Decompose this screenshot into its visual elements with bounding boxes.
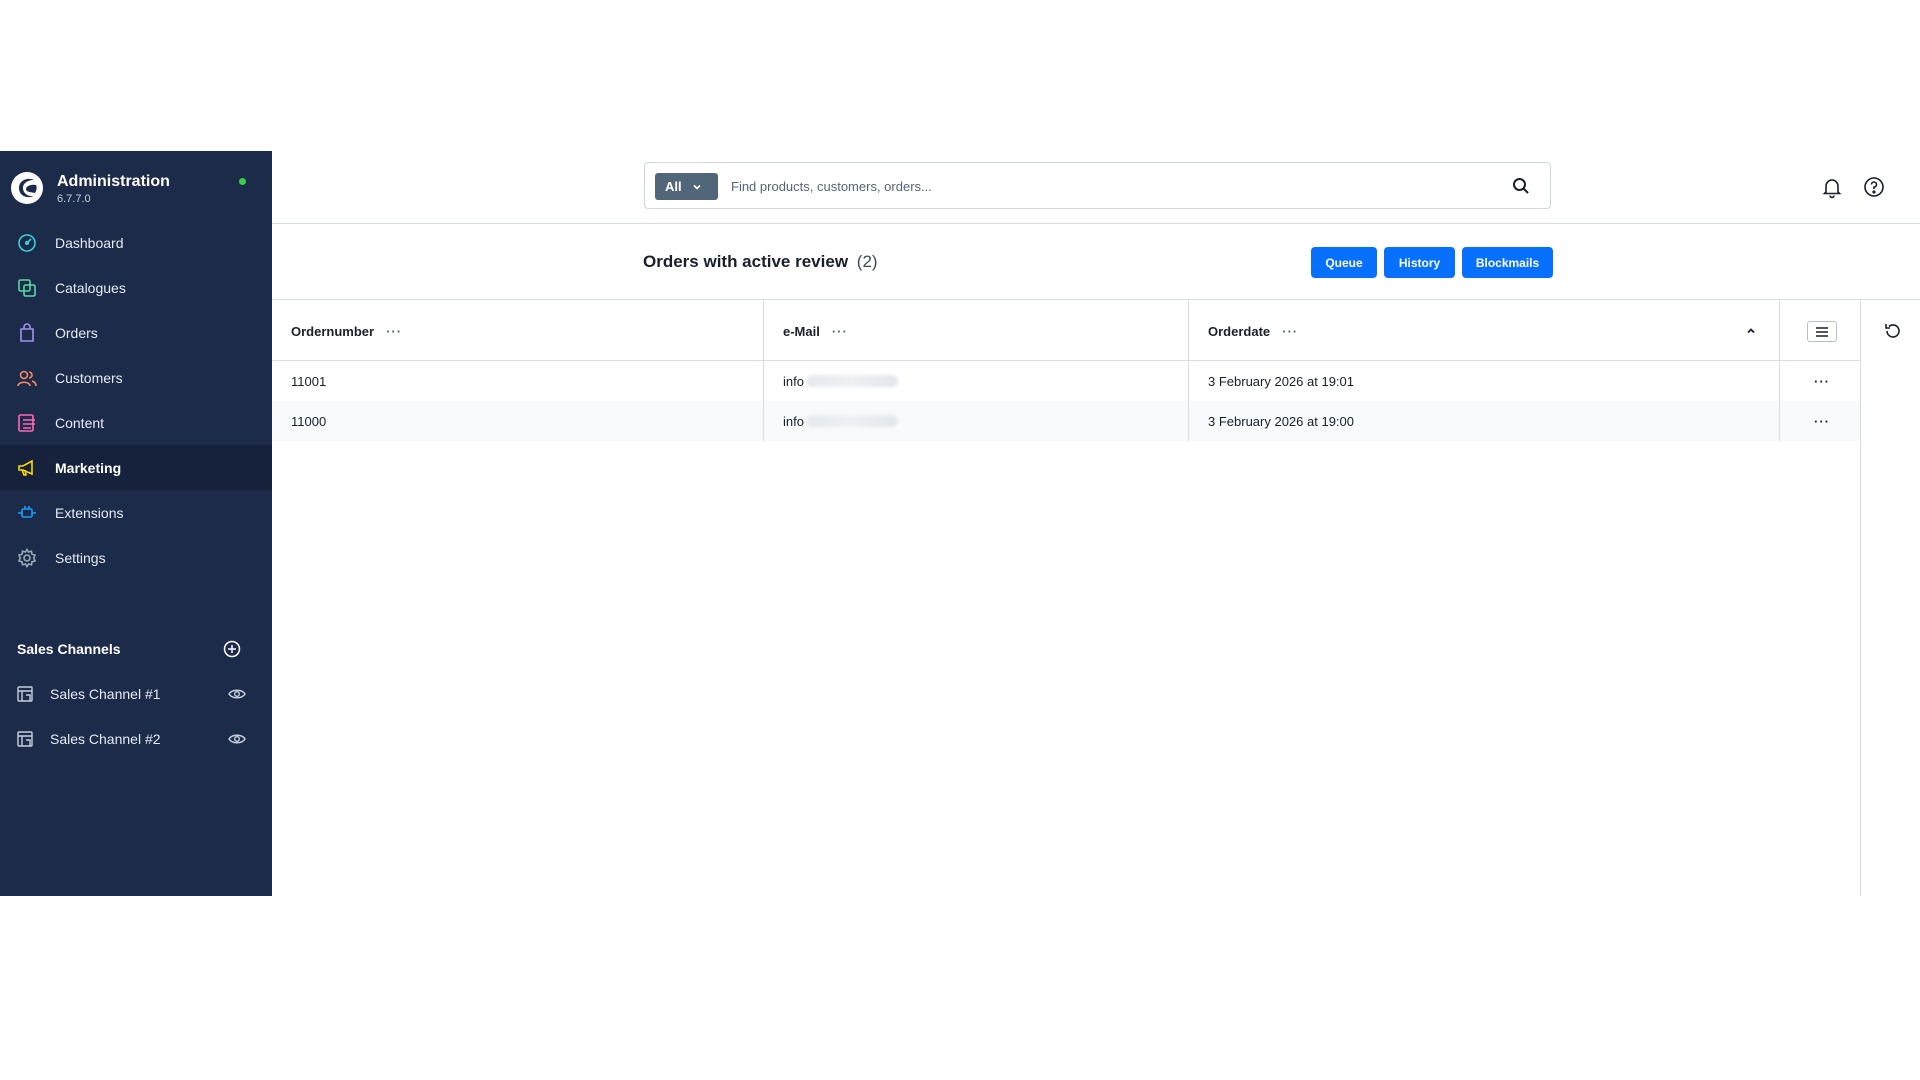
- column-divider: [1779, 301, 1780, 441]
- eye-icon[interactable]: [228, 730, 246, 748]
- brand[interactable]: Administration 6.7.7.0: [10, 171, 260, 211]
- catalogue-icon: [16, 277, 38, 299]
- nav-label: Extensions: [55, 504, 124, 521]
- help-icon[interactable]: [1862, 175, 1886, 199]
- nav-label: Orders: [55, 324, 98, 341]
- history-button[interactable]: History: [1384, 247, 1455, 278]
- topbar: All: [272, 151, 1920, 224]
- email-redacted: [805, 415, 898, 427]
- storefront-icon: [17, 730, 33, 747]
- app-window: Administration 6.7.7.0 Dashboard Catalog…: [0, 151, 1920, 896]
- grid-settings-button[interactable]: [1807, 321, 1837, 342]
- global-search: All: [644, 162, 1551, 209]
- page-title-count: (2): [856, 252, 878, 271]
- page-title-text: Orders with active review: [643, 252, 849, 271]
- grid-header-row: Ordernumber ··· e-Mail ··· Orderdate ···: [272, 301, 1860, 361]
- settings-icon: [16, 547, 38, 569]
- cell-email: info: [783, 361, 898, 401]
- list-icon: [1816, 326, 1828, 337]
- column-divider: [1188, 301, 1189, 441]
- orders-data-grid: Ordernumber ··· e-Mail ··· Orderdate ···…: [272, 301, 1860, 441]
- email-visible-part: info: [783, 373, 804, 389]
- sales-channel-list: Sales Channel #1 Sales Channel #2: [0, 671, 272, 761]
- column-header-label: Orderdate: [1208, 323, 1271, 339]
- cell-orderdate: 3 February 2026 at 19:01: [1208, 373, 1354, 389]
- nav-item-marketing[interactable]: Marketing: [0, 445, 272, 490]
- search-input[interactable]: [731, 171, 1491, 201]
- sales-channels-title: Sales Channels: [17, 641, 121, 657]
- blockmails-button[interactable]: Blockmails: [1462, 247, 1553, 278]
- refresh-icon[interactable]: [1883, 321, 1903, 341]
- table-row[interactable]: 11001 info 3 February 2026 at 19:01 ···: [272, 361, 1860, 401]
- search-icon[interactable]: [1510, 175, 1532, 197]
- eye-icon[interactable]: [228, 685, 246, 703]
- main-nav: Dashboard Catalogues Orders Customers Co…: [0, 220, 272, 580]
- table-row[interactable]: 11000 info 3 February 2026 at 19:00 ···: [272, 401, 1860, 441]
- queue-button[interactable]: Queue: [1311, 247, 1377, 278]
- nav-item-catalogues[interactable]: Catalogues: [0, 265, 272, 310]
- online-status-dot: [239, 178, 246, 185]
- sales-channel-label: Sales Channel #1: [50, 685, 161, 702]
- content-icon: [16, 412, 38, 434]
- sales-channel-item[interactable]: Sales Channel #1: [0, 671, 272, 716]
- chevron-down-icon: [693, 184, 701, 190]
- column-header-label: e-Mail: [783, 323, 820, 339]
- nav-item-settings[interactable]: Settings: [0, 535, 272, 580]
- marketing-icon: [16, 457, 38, 479]
- customers-icon: [16, 367, 38, 389]
- column-menu-dots-icon[interactable]: ···: [386, 324, 402, 339]
- shopware-logo-icon: [11, 172, 43, 204]
- add-sales-channel-icon[interactable]: [223, 640, 241, 658]
- extensions-icon: [16, 502, 38, 524]
- sales-channel-item[interactable]: Sales Channel #2: [0, 716, 272, 761]
- sales-channel-label: Sales Channel #2: [50, 730, 161, 747]
- storefront-icon: [17, 685, 33, 702]
- dashboard-icon: [16, 232, 38, 254]
- search-type-value: All: [665, 179, 682, 194]
- nav-item-content[interactable]: Content: [0, 400, 272, 445]
- search-type-select[interactable]: All: [655, 173, 718, 200]
- nav-item-customers[interactable]: Customers: [0, 355, 272, 400]
- sidebar: Administration 6.7.7.0 Dashboard Catalog…: [0, 151, 272, 896]
- nav-label: Dashboard: [55, 234, 124, 251]
- column-divider: [763, 301, 764, 441]
- column-menu-dots-icon[interactable]: ···: [1282, 324, 1298, 339]
- row-actions-dots-icon[interactable]: ···: [1814, 361, 1830, 401]
- nav-label: Customers: [55, 369, 123, 386]
- sales-channels-header: Sales Channels: [17, 640, 247, 661]
- column-header-email[interactable]: e-Mail ···: [783, 301, 848, 361]
- column-header-ordernumber[interactable]: Ordernumber ···: [291, 301, 402, 361]
- sidebar-right-divider: [1860, 301, 1861, 896]
- sort-ascending-icon[interactable]: [1746, 326, 1756, 336]
- column-menu-dots-icon[interactable]: ···: [832, 324, 848, 339]
- cell-orderdate: 3 February 2026 at 19:00: [1208, 413, 1354, 429]
- notification-bell-icon[interactable]: [1820, 175, 1844, 199]
- cell-email: info: [783, 401, 898, 441]
- brand-name: Administration: [57, 173, 170, 190]
- nav-item-extensions[interactable]: Extensions: [0, 490, 272, 535]
- orders-icon: [16, 322, 38, 344]
- nav-label: Settings: [55, 549, 106, 566]
- nav-label: Content: [55, 414, 105, 431]
- nav-label: Catalogues: [55, 279, 126, 296]
- row-actions-dots-icon[interactable]: ···: [1814, 401, 1830, 441]
- brand-version: 6.7.7.0: [57, 193, 91, 205]
- column-header-orderdate[interactable]: Orderdate ···: [1208, 301, 1298, 361]
- nav-label: Marketing: [55, 459, 122, 476]
- column-header-label: Ordernumber: [291, 323, 375, 339]
- cell-ordernumber: 11001: [291, 373, 327, 389]
- page-header: Orders with active review (2) Queue Hist…: [272, 225, 1920, 300]
- nav-item-dashboard[interactable]: Dashboard: [0, 220, 272, 265]
- email-redacted: [805, 375, 898, 387]
- nav-item-orders[interactable]: Orders: [0, 310, 272, 355]
- email-visible-part: info: [783, 413, 804, 429]
- cell-ordernumber: 11000: [291, 413, 327, 429]
- page-title: Orders with active review (2): [643, 252, 878, 272]
